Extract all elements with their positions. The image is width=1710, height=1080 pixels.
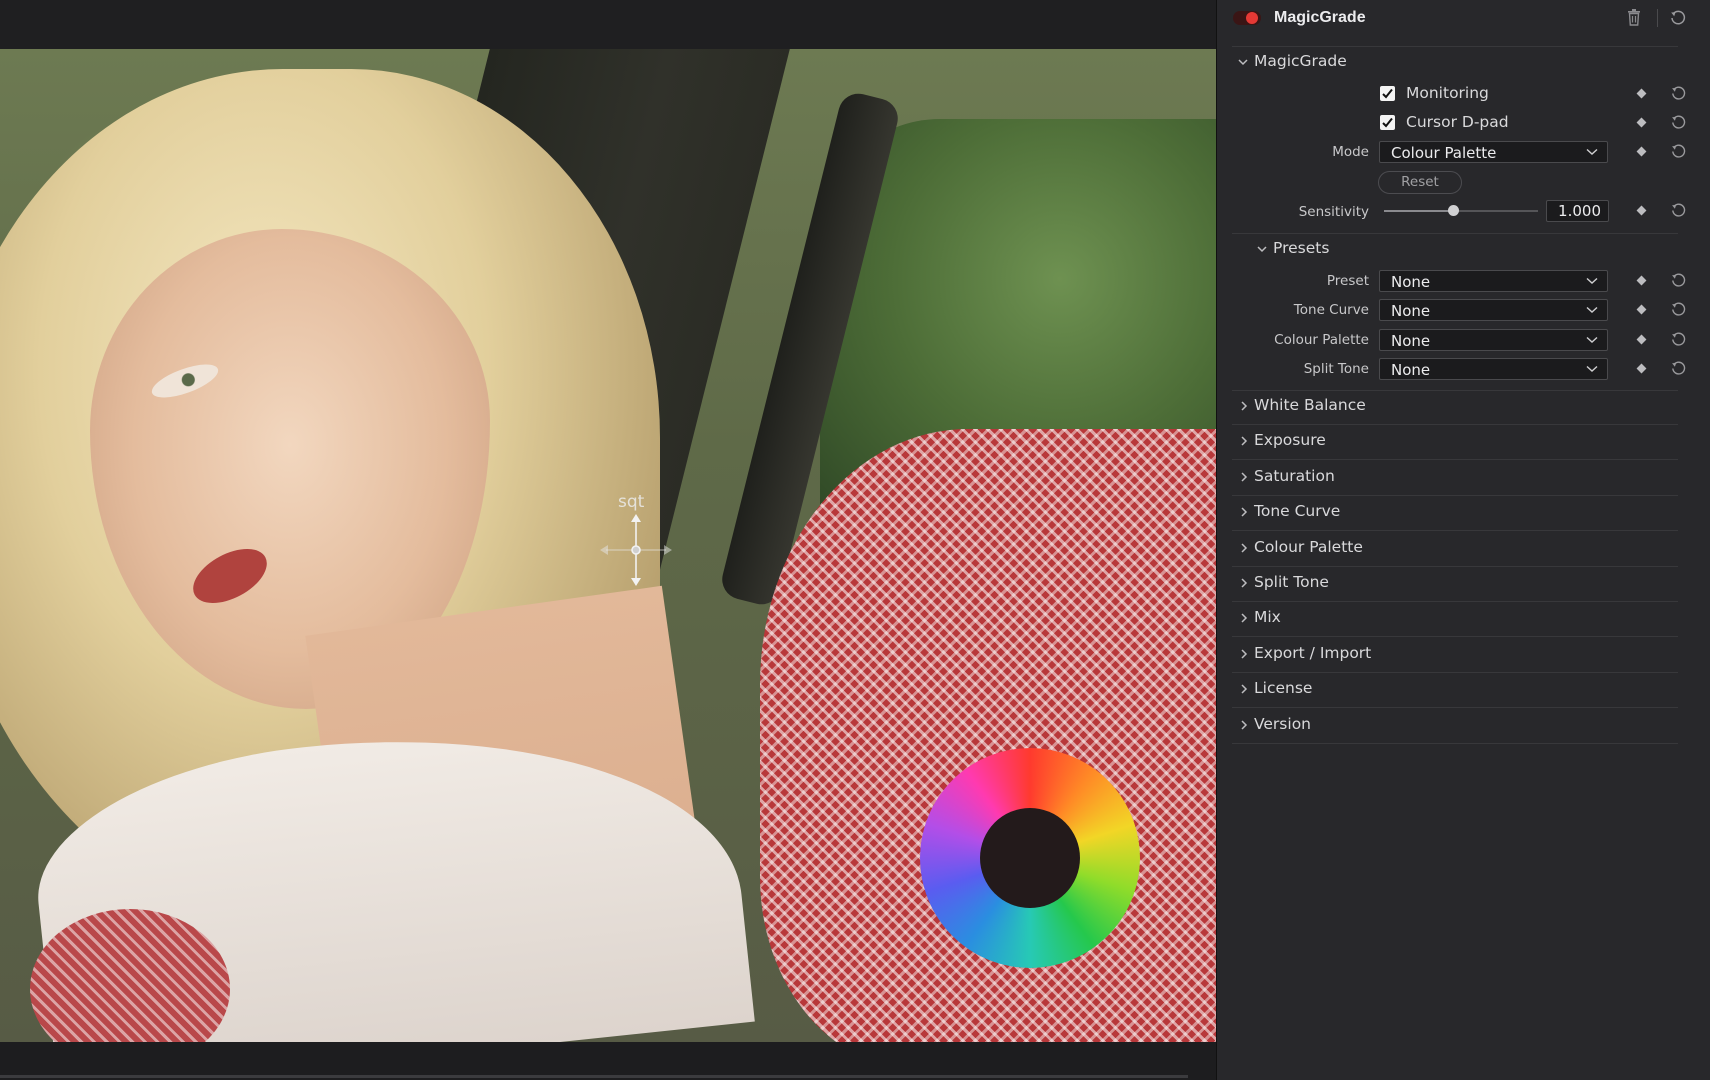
header-divider xyxy=(1657,9,1658,27)
viewer: sqt xyxy=(0,0,1216,1080)
sensitivity-value-field[interactable]: 1.000 xyxy=(1546,200,1609,222)
colour-palette-label: Colour Palette xyxy=(1274,332,1369,348)
section-mix[interactable]: Mix xyxy=(1254,608,1281,626)
chevron-right-icon[interactable] xyxy=(1238,400,1250,412)
reset-button[interactable]: Reset xyxy=(1378,171,1462,194)
cursor-dpad[interactable]: sqt xyxy=(598,492,674,588)
chevron-right-icon[interactable] xyxy=(1238,471,1250,483)
chevron-down-icon xyxy=(1586,148,1598,155)
toggle-dot xyxy=(1246,12,1258,24)
split-tone-value: None xyxy=(1391,361,1431,379)
reset-icon[interactable] xyxy=(1670,85,1687,102)
cursor-dpad-label: sqt xyxy=(618,492,645,512)
plugin-title: MagicGrade xyxy=(1274,9,1366,26)
divider xyxy=(1232,494,1678,496)
reset-icon[interactable] xyxy=(1670,114,1687,131)
divider xyxy=(1232,424,1678,425)
reset-all-icon[interactable] xyxy=(1669,9,1687,27)
monitoring-checkbox[interactable] xyxy=(1380,86,1395,101)
section-tone-curve[interactable]: Tone Curve xyxy=(1254,502,1340,520)
colour-wheel-center xyxy=(980,808,1080,908)
plugin-enable-toggle[interactable] xyxy=(1233,11,1261,25)
chevron-down-icon[interactable] xyxy=(1256,243,1268,255)
chevron-right-icon[interactable] xyxy=(1238,683,1250,695)
preset-value: None xyxy=(1391,273,1431,291)
chevron-right-icon[interactable] xyxy=(1238,612,1250,624)
cursor-dpad-label: Cursor D-pad xyxy=(1406,113,1509,131)
section-presets[interactable]: Presets xyxy=(1273,239,1329,257)
reset-icon[interactable] xyxy=(1670,202,1687,219)
section-split-tone[interactable]: Split Tone xyxy=(1254,573,1329,591)
cursor-dpad-checkbox[interactable] xyxy=(1380,115,1395,130)
section-license[interactable]: License xyxy=(1254,679,1312,697)
chevron-down-icon xyxy=(1586,306,1598,313)
reset-icon[interactable] xyxy=(1670,360,1687,377)
chevron-right-icon[interactable] xyxy=(1238,577,1250,589)
section-white-balance[interactable]: White Balance xyxy=(1254,396,1366,414)
timeline-scrollbar[interactable] xyxy=(0,1075,1188,1078)
mode-dropdown[interactable]: Colour Palette xyxy=(1379,141,1608,163)
section-export-import[interactable]: Export / Import xyxy=(1254,644,1371,662)
colour-palette-dropdown[interactable]: None xyxy=(1379,329,1608,351)
split-tone-label: Split Tone xyxy=(1303,361,1369,377)
tone-curve-value: None xyxy=(1391,302,1431,320)
chevron-right-icon[interactable] xyxy=(1238,648,1250,660)
mode-label: Mode xyxy=(1332,144,1369,160)
section-saturation[interactable]: Saturation xyxy=(1254,467,1335,485)
section-version[interactable]: Version xyxy=(1254,715,1311,733)
sensitivity-slider-thumb[interactable] xyxy=(1447,205,1459,216)
divider xyxy=(1232,742,1678,744)
chevron-down-icon[interactable] xyxy=(1237,56,1249,68)
sensitivity-slider-fill xyxy=(1384,210,1454,212)
chevron-down-icon xyxy=(1586,277,1598,284)
tone-curve-label: Tone Curve xyxy=(1293,302,1369,318)
divider xyxy=(1232,459,1678,461)
divider xyxy=(1232,671,1678,673)
reset-icon[interactable] xyxy=(1670,301,1687,318)
dpad-arrows-icon xyxy=(600,514,672,586)
chevron-down-icon xyxy=(1586,336,1598,343)
divider xyxy=(1232,233,1678,234)
monitoring-label: Monitoring xyxy=(1406,84,1489,102)
viewer-top-bar xyxy=(0,0,1216,49)
reset-icon[interactable] xyxy=(1670,143,1687,160)
preset-dropdown[interactable]: None xyxy=(1379,270,1608,292)
sensitivity-label: Sensitivity xyxy=(1298,204,1369,220)
chevron-right-icon[interactable] xyxy=(1238,506,1250,518)
chevron-right-icon[interactable] xyxy=(1238,719,1250,731)
colour-palette-value: None xyxy=(1391,332,1431,350)
chevron-right-icon[interactable] xyxy=(1238,542,1250,554)
chevron-down-icon xyxy=(1586,365,1598,372)
plugin-header: MagicGrade xyxy=(1217,0,1710,38)
divider xyxy=(1232,636,1678,638)
chevron-right-icon[interactable] xyxy=(1238,435,1250,447)
section-colour-palette[interactable]: Colour Palette xyxy=(1254,538,1363,556)
checkmark-icon xyxy=(1382,88,1393,99)
section-exposure[interactable]: Exposure xyxy=(1254,431,1326,449)
tone-curve-dropdown[interactable]: None xyxy=(1379,299,1608,321)
checkmark-icon xyxy=(1382,117,1393,128)
divider xyxy=(1232,565,1678,567)
divider xyxy=(1232,707,1678,709)
reset-icon[interactable] xyxy=(1670,272,1687,289)
mode-value: Colour Palette xyxy=(1391,144,1497,162)
section-magicgrade[interactable]: MagicGrade xyxy=(1254,52,1347,70)
trash-icon[interactable] xyxy=(1627,9,1641,26)
reset-icon[interactable] xyxy=(1670,331,1687,348)
split-tone-dropdown[interactable]: None xyxy=(1379,358,1608,380)
divider xyxy=(1232,601,1678,602)
divider xyxy=(1232,46,1678,47)
divider xyxy=(1232,390,1678,391)
divider xyxy=(1232,530,1678,532)
preset-label: Preset xyxy=(1326,273,1369,289)
